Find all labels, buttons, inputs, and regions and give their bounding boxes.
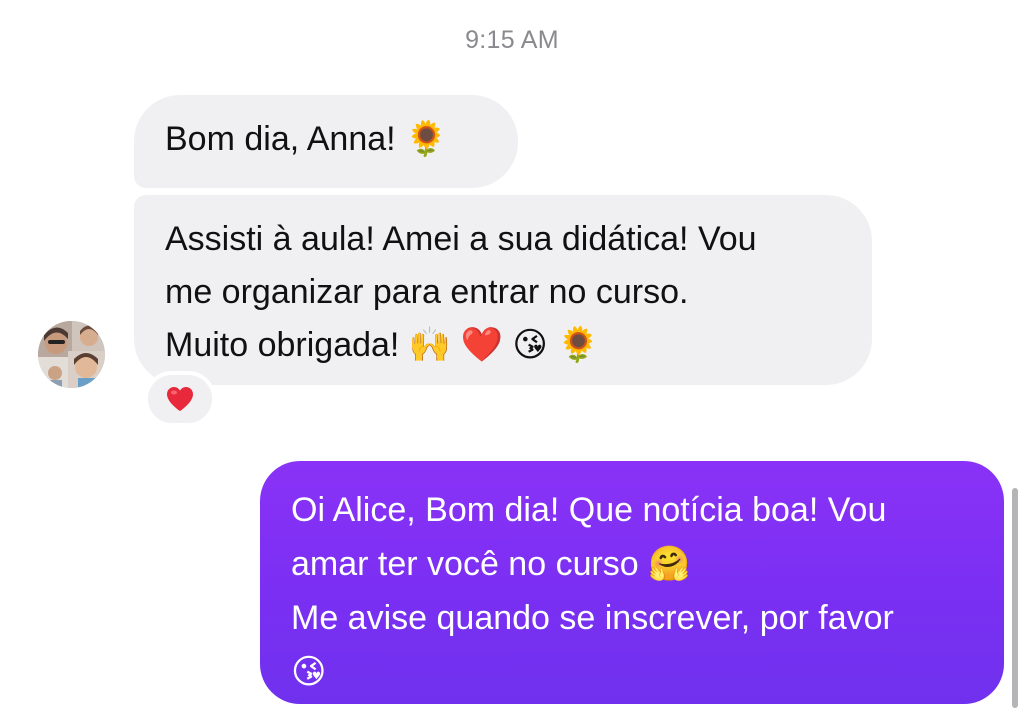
chat-screen: 9:15 AM Bom dia, Anna! 🌻 Assisti à aula!… [0, 0, 1024, 708]
message-text: Muito obrigada! 🙌 ❤️ 😘 🌻 [165, 326, 600, 364]
incoming-message-bubble[interactable]: Bom dia, Anna! 🌻 [134, 95, 518, 188]
message-text: me organizar para entrar no curso. [165, 273, 689, 311]
message-text: Assisti à aula! Amei a sua didática! Vou [165, 220, 757, 258]
scrollbar-thumb[interactable] [1012, 488, 1018, 708]
message-text: Oi Alice, Bom dia! Que notícia boa! Vou [291, 491, 887, 529]
message-text: Me avise quando se inscrever, por favor [291, 599, 894, 637]
incoming-message-bubble[interactable]: Assisti à aula! Amei a sua didática! Vou… [134, 195, 872, 385]
heart-icon [167, 387, 193, 411]
sender-avatar[interactable] [38, 321, 105, 388]
outgoing-message-bubble[interactable]: Oi Alice, Bom dia! Que notícia boa! Vou … [260, 461, 1004, 704]
reaction-badge[interactable] [144, 371, 216, 427]
message-text: amar ter você no curso 🤗 [291, 545, 691, 583]
message-timestamp: 9:15 AM [465, 26, 559, 54]
message-text: 😘 [291, 653, 327, 691]
message-text: Bom dia, Anna! 🌻 [165, 120, 448, 158]
avatar-photo-icon [38, 321, 105, 388]
